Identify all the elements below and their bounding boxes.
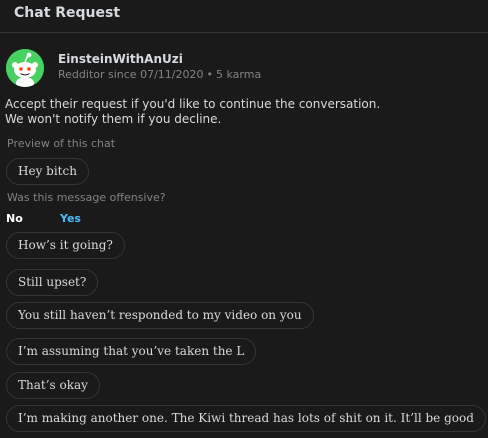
message-bubble: That’s okay <box>6 372 100 399</box>
meta-separator: • <box>206 68 213 81</box>
notice-line-2: We won't notify them if you decline. <box>5 112 222 126</box>
message-bubble: I’m making another one. The Kiwi thread … <box>6 405 486 432</box>
karma-count: 5 karma <box>215 68 262 81</box>
request-notice: Accept their request if you'd like to co… <box>5 97 380 127</box>
username[interactable]: EinsteinWithAnUzi <box>58 52 183 66</box>
preview-label: Preview of this chat <box>7 137 116 150</box>
offensive-question: Was this message offensive? <box>7 191 166 204</box>
user-meta: Redditor since 07/11/2020 • 5 karma <box>58 68 261 81</box>
header-title: Chat Request <box>14 5 121 21</box>
redditor-since: Redditor since 07/11/2020 <box>58 68 204 81</box>
no-button[interactable]: No <box>6 212 23 225</box>
snoo-avatar-icon[interactable] <box>6 49 44 87</box>
message-bubble-preview: Hey bitch <box>6 158 89 185</box>
yes-button[interactable]: Yes <box>60 212 81 225</box>
chat-request-header: Chat Request <box>0 0 488 33</box>
message-bubble: You still haven’t responded to my video … <box>6 302 314 329</box>
message-bubble: I’m assuming that you’ve taken the L <box>6 338 257 365</box>
notice-line-1: Accept their request if you'd like to co… <box>5 97 381 111</box>
message-bubble: Still upset? <box>6 269 99 296</box>
message-bubble: How’s it going? <box>6 232 125 259</box>
